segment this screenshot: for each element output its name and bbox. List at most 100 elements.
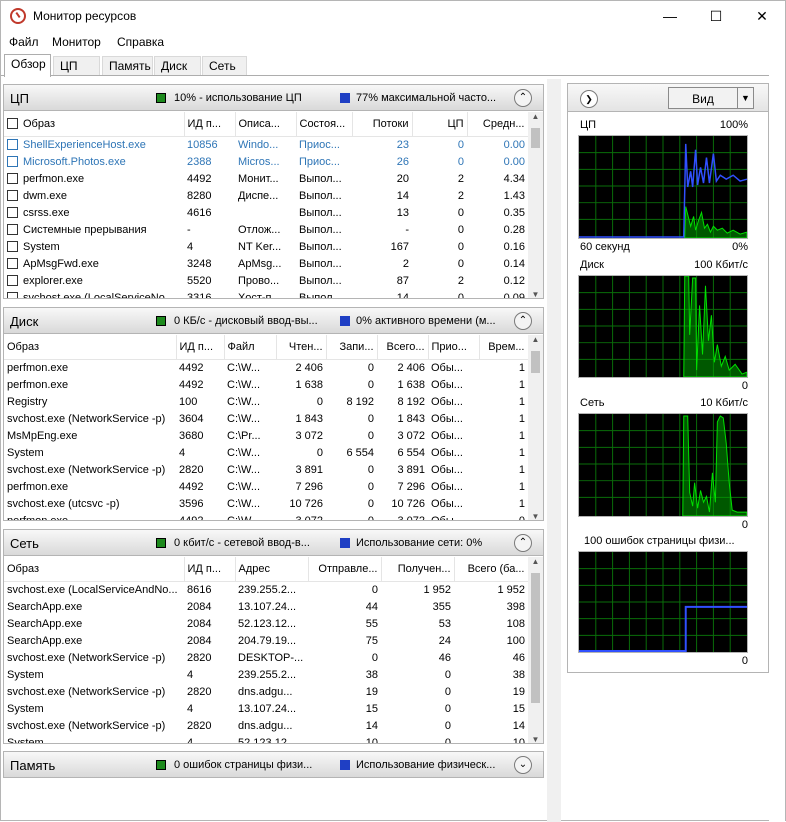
collapse-icon[interactable]: ⌃ bbox=[514, 89, 532, 107]
tab-disk[interactable]: Диск bbox=[154, 56, 201, 76]
column-header[interactable]: ИД п... bbox=[176, 335, 225, 360]
table-row[interactable]: SearchApp.exe 2084 204.79.19... 75 24 100 bbox=[4, 632, 528, 649]
row-checkbox[interactable] bbox=[7, 292, 18, 298]
column-header[interactable]: ЦП bbox=[412, 112, 468, 137]
table-row[interactable]: svchost.exe (NetworkService -p) 2820 dns.a… bbox=[4, 683, 528, 700]
disk-table-scrollbar[interactable]: ▲ ▼ bbox=[528, 335, 543, 520]
table-row[interactable]: perfmon.exe 4492 C:\W... 1 638 0 1 638 Обы... 1 bbox=[4, 376, 528, 393]
table-row[interactable]: csrss.exe 4616 Выпол... 13 0 0.35 bbox=[4, 204, 528, 221]
column-header[interactable]: Адрес bbox=[235, 557, 309, 582]
table-row[interactable]: SearchApp.exe 2084 13.107.24... 44 355 398 bbox=[4, 598, 528, 615]
column-header[interactable]: Отправле... bbox=[308, 557, 382, 582]
row-checkbox[interactable] bbox=[7, 139, 18, 151]
table-cell: Обы... bbox=[431, 412, 463, 425]
disk-section-header[interactable]: Диск 0 КБ/с - дисковый ввод-вы... 0% акт… bbox=[4, 308, 543, 334]
table-row[interactable]: Microsoft.Photos.exe 2388 Micros... Приос..… bbox=[4, 153, 528, 170]
table-cell: Обы... bbox=[431, 395, 463, 408]
table-cell: 87 bbox=[396, 274, 409, 287]
column-header[interactable]: Врем... bbox=[479, 335, 529, 360]
row-checkbox[interactable] bbox=[7, 258, 18, 270]
column-header[interactable]: ИД п... bbox=[184, 557, 236, 582]
window-scrollbar[interactable] bbox=[769, 1, 785, 822]
table-cell: - bbox=[405, 223, 409, 236]
cpu-section-header[interactable]: ЦП 10% - использование ЦП 77% максимальн… bbox=[4, 85, 543, 111]
maximize-button[interactable]: ☐ bbox=[693, 1, 739, 31]
table-cell: 4 bbox=[187, 668, 194, 681]
tab-memory[interactable]: Память bbox=[102, 56, 153, 76]
column-header[interactable]: Описа... bbox=[235, 112, 297, 137]
table-row[interactable]: ShellExperienceHost.exe 10856 Windo... Прио… bbox=[4, 136, 528, 153]
table-row[interactable]: svchost.exe (LocalServiceNo... 3316 Хост-п… bbox=[4, 289, 528, 298]
column-header[interactable]: Файл bbox=[224, 335, 277, 360]
collapse-icon[interactable]: ⌃ bbox=[514, 312, 532, 330]
left-pane-scrollbar[interactable] bbox=[547, 79, 561, 822]
memory-section-header[interactable]: Память 0 ошибок страницы физи... Использ… bbox=[4, 752, 543, 777]
table-row[interactable]: System 4 13.107.24... 15 0 15 bbox=[4, 700, 528, 717]
table-row[interactable]: svchost.exe (LocalServiceAndNo... 8616 239… bbox=[4, 581, 528, 598]
row-checkbox[interactable] bbox=[7, 190, 18, 202]
table-row[interactable]: Системные прерывания - Отлож... Выпол... - 0 0… bbox=[4, 221, 528, 238]
table-row[interactable]: svchost.exe (NetworkService -p) 3604 C:\W.… bbox=[4, 410, 528, 427]
column-header[interactable]: Всего (ба... bbox=[454, 557, 529, 582]
column-header[interactable]: Получен... bbox=[381, 557, 455, 582]
column-header[interactable]: Образ bbox=[4, 112, 185, 137]
table-row[interactable]: explorer.exe 5520 Прово... Выпол... 87 2 0.12 bbox=[4, 272, 528, 289]
column-header[interactable]: Образ bbox=[4, 557, 185, 582]
column-header[interactable]: Запи... bbox=[326, 335, 378, 360]
memory-section-title: Память bbox=[10, 758, 56, 773]
view-dropdown[interactable]: Вид ▼ bbox=[668, 87, 754, 109]
table-row[interactable]: perfmon.exe 4492 C:\W... 7 296 0 7 296 Обы... 1 bbox=[4, 478, 528, 495]
table-row[interactable]: System 4 NT Ker... Выпол... 167 0 0.16 bbox=[4, 238, 528, 255]
column-header[interactable]: Состоя... bbox=[296, 112, 353, 137]
tab-network[interactable]: Сеть bbox=[202, 56, 247, 76]
row-checkbox[interactable] bbox=[7, 224, 18, 236]
table-row[interactable]: System 4 52.123.12... 10 0 10 bbox=[4, 734, 528, 744]
table-row[interactable]: ApMsgFwd.exe 3248 ApMsg... Выпол... 2 0 0.14 bbox=[4, 255, 528, 272]
select-all-checkbox[interactable] bbox=[7, 118, 18, 130]
menu-file[interactable]: Файл bbox=[9, 35, 39, 49]
minimize-button[interactable]: — bbox=[647, 1, 693, 31]
table-row[interactable]: System 4 239.255.2... 38 0 38 bbox=[4, 666, 528, 683]
table-row[interactable]: perfmon.exe 4492 Монит... Выпол... 20 2 4.34 bbox=[4, 170, 528, 187]
column-header[interactable]: Образ bbox=[4, 335, 177, 360]
table-cell: 0 bbox=[457, 155, 464, 168]
table-row[interactable]: SearchApp.exe 2084 52.123.12... 55 53 108 bbox=[4, 615, 528, 632]
table-row[interactable]: svchost.exe (utcsvc -p) 3596 C:\W... 10 726… bbox=[4, 495, 528, 512]
tab-cpu[interactable]: ЦП bbox=[53, 56, 100, 76]
column-header[interactable]: Средн... bbox=[467, 112, 529, 137]
table-cell: 1 bbox=[518, 412, 525, 425]
menu-monitor[interactable]: Монитор bbox=[52, 35, 101, 49]
table-cell: 239.255.2... bbox=[238, 668, 297, 681]
tab-overview[interactable]: Обзор bbox=[4, 54, 51, 77]
table-cell: 20 bbox=[396, 172, 409, 185]
table-row[interactable]: svchost.exe (NetworkService -p) 2820 dns.a… bbox=[4, 717, 528, 734]
column-header[interactable]: Всего... bbox=[377, 335, 429, 360]
table-row[interactable]: svchost.exe (NetworkService -p) 2820 DESKT… bbox=[4, 649, 528, 666]
collapse-icon[interactable]: ⌃ bbox=[514, 534, 532, 552]
table-row[interactable]: perfmon.exe 4492 C:\W... 2 406 0 2 406 Обы... 1 bbox=[4, 359, 528, 376]
row-checkbox[interactable] bbox=[7, 275, 18, 287]
table-row[interactable]: Registry 100 C:\W... 0 8 192 8 192 Обы... 1 bbox=[4, 393, 528, 410]
row-checkbox[interactable] bbox=[7, 173, 18, 185]
network-section-header[interactable]: Сеть 0 кбит/с - сетевой ввод-в... Исполь… bbox=[4, 530, 543, 556]
row-checkbox[interactable] bbox=[7, 207, 18, 219]
column-header[interactable]: Потоки bbox=[352, 112, 413, 137]
column-header[interactable]: Прио... bbox=[428, 335, 480, 360]
row-checkbox[interactable] bbox=[7, 156, 18, 168]
expand-icon[interactable]: ⌄ bbox=[514, 756, 532, 774]
network-table-scrollbar[interactable]: ▲ ▼ bbox=[528, 557, 543, 743]
menu-help[interactable]: Справка bbox=[117, 35, 164, 49]
row-checkbox[interactable] bbox=[7, 241, 18, 253]
table-row[interactable]: svchost.exe (NetworkService -p) 2820 C:\W.… bbox=[4, 461, 528, 478]
disk-graph-max: 100 Кбит/с bbox=[694, 259, 748, 271]
column-header[interactable]: Чтен... bbox=[276, 335, 327, 360]
table-row[interactable]: System 4 C:\W... 0 6 554 6 554 Обы... 1 bbox=[4, 444, 528, 461]
table-row[interactable]: perfmon.exe 4492 C:\W... 3 072 0 3 072 Обы... 0 bbox=[4, 512, 528, 521]
table-row[interactable]: dwm.exe 8280 Диспе... Выпол... 14 2 1.43 bbox=[4, 187, 528, 204]
table-cell: 2820 bbox=[187, 719, 212, 732]
column-header[interactable]: ИД п... bbox=[184, 112, 236, 137]
table-cell: 0 bbox=[367, 378, 374, 391]
cpu-table-scrollbar[interactable]: ▲ ▼ bbox=[528, 112, 543, 298]
toggle-pane-button[interactable]: ❯ bbox=[580, 90, 598, 108]
table-row[interactable]: MsMpEng.exe 3680 C:\Pr... 3 072 0 3 072 Обы...… bbox=[4, 427, 528, 444]
